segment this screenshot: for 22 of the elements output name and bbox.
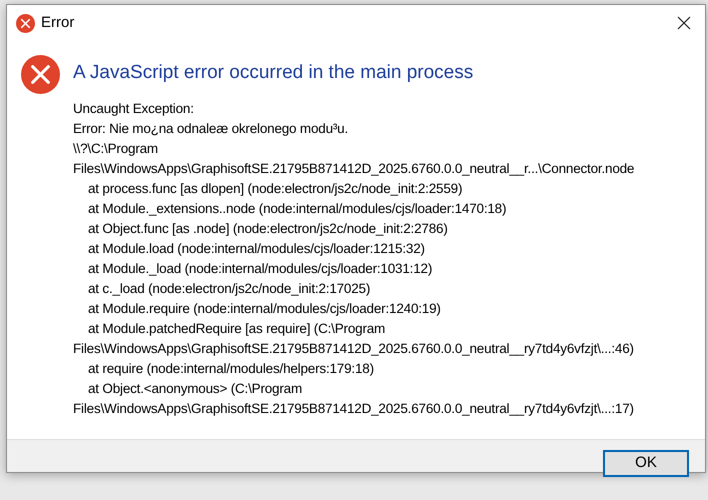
window-title: Error xyxy=(41,12,76,33)
message-line: at process.func [as dlopen] (node:electron/js2c/node_init:2:2559) xyxy=(87,180,464,198)
message-line: Files\WindowsApps\GraphisoftSE.21795B871412D_2025.6760.0.0_neutral__ry7td4y6vfzjt\...:46) xyxy=(73,340,634,358)
message-line: at require (node:internal/modules/helpers:179:18) xyxy=(87,360,375,378)
close-icon[interactable] xyxy=(677,16,691,30)
message-line: Files\WindowsApps\GraphisoftSE.21795B871412D_2025.6760.0.0_neutral__r...\Connector.node xyxy=(73,160,634,178)
error-heading: A JavaScript error occurred in the main process xyxy=(73,61,474,85)
message-line: at Module.patchedRequire [as require] (C:\Program xyxy=(87,320,386,338)
message-line: at c._load (node:electron/js2c/node_init:2:17025) xyxy=(87,280,372,298)
message-line: at Module._load (node:internal/modules/cjs/loader:1031:12) xyxy=(87,260,434,278)
message-line: at Module.load (node:internal/modules/cjs/loader:1215:32) xyxy=(87,240,426,258)
message-line: \\?\C:\Program xyxy=(73,140,159,158)
message-line: Uncaught Exception: xyxy=(73,100,195,118)
message-line: at Module.require (node:internal/modules/cjs/loader:1240:19) xyxy=(87,300,442,318)
message-line: at Module._extensions..node (node:internal/modules/cjs/loader:1470:18) xyxy=(87,200,508,218)
error-icon xyxy=(16,14,35,32)
message-line: at Object.<anonymous> (C:\Program xyxy=(87,380,304,398)
error-icon xyxy=(21,55,60,94)
message-line: Error: Nie mo¿na odnaleæ okrelonego modu³u. xyxy=(73,120,350,138)
message-line: Files\WindowsApps\GraphisoftSE.21795B871412D_2025.6760.0.0_neutral__ry7td4y6vfzjt\...:17) xyxy=(73,400,634,418)
message-line: at Object.func [as .node] (node:electron/js2c/node_init:2:2786) xyxy=(87,220,449,238)
ok-button[interactable]: OK xyxy=(603,450,689,477)
